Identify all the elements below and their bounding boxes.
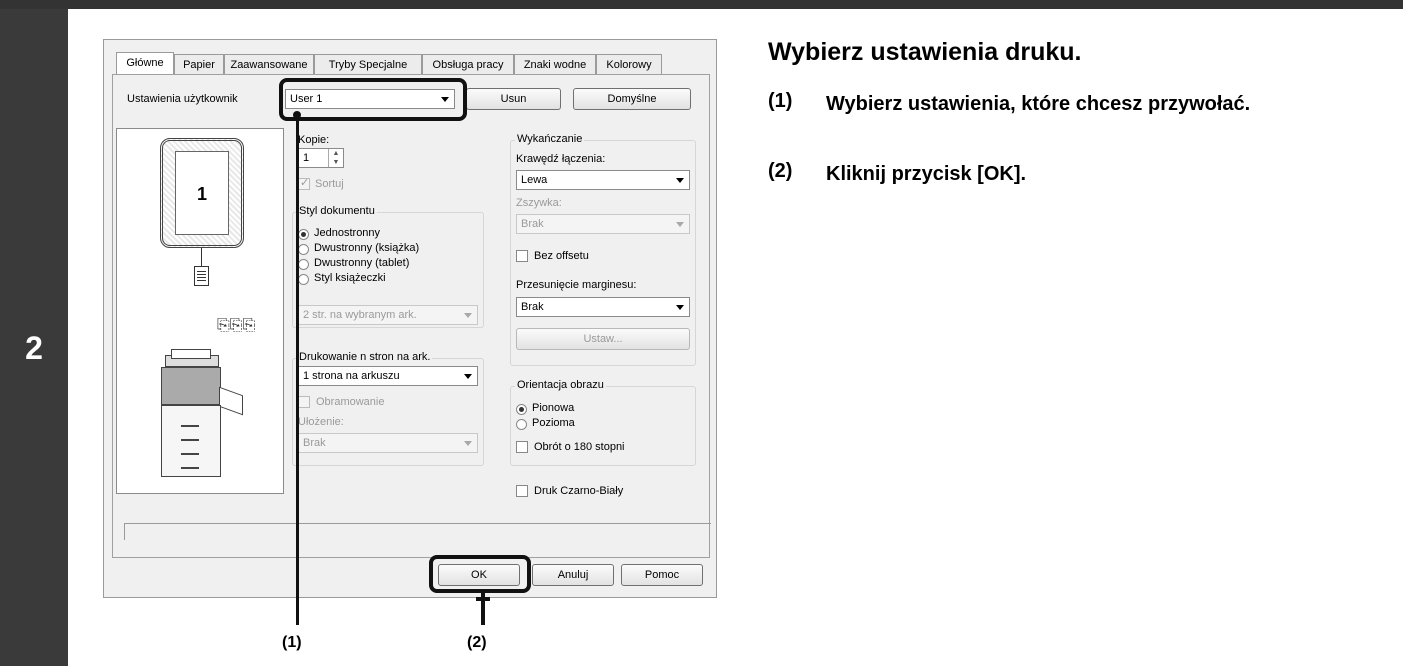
step-number: 2 [25,330,43,366]
radio-portrait[interactable] [516,404,527,415]
instruction-text: Kliknij przycisk [OK]. [826,163,1027,185]
landscape-label: Pozioma [532,417,575,429]
callout-2-highlight [429,555,531,593]
booklet-label: Styl książeczki [314,272,386,284]
connector-line [201,248,202,266]
duplex-tablet-label: Dwustronny (tablet) [314,257,410,269]
border-label: Obramowanie [316,396,385,408]
instruction-number: (2) [768,160,793,182]
finishing-legend: Wykańczanie [515,133,585,145]
radio-duplex-book[interactable] [298,244,309,255]
chevron-down-icon [464,313,472,318]
border-checkbox[interactable] [298,396,310,408]
bw-print-checkbox[interactable] [516,485,528,497]
instructions-heading: Wybierz ustawienia druku. [768,38,1082,66]
callout-1-highlight [279,78,467,121]
booklet-select-value: 2 str. na wybranym ark. [303,309,417,321]
binding-edge-value: Lewa [521,174,548,186]
user-settings-label: Ustawienia użytkownik [127,93,238,105]
collate-checkbox[interactable] [298,176,310,190]
cancel-button[interactable]: Anuluj [532,564,614,586]
no-offset-checkbox[interactable] [516,250,528,262]
defaults-button[interactable]: Domyślne [573,88,691,110]
binding-edge-label: Krawędź łączenia: [516,153,606,165]
radio-landscape[interactable] [516,419,527,430]
orientation-legend: Orientacja obrazu [515,379,606,391]
document-style-legend: Styl dokumentu [297,205,377,217]
staple-select[interactable]: Brak [516,214,690,234]
help-button[interactable]: Pomoc [621,564,703,586]
callout-2-cap [476,597,490,601]
binding-edge-select[interactable]: Lewa [516,170,690,190]
margin-shift-value: Brak [521,301,544,313]
booklet-select[interactable]: 2 str. na wybranym ark. [298,305,478,325]
order-select[interactable]: Brak [298,433,478,453]
order-label: Ułożenie: [298,416,344,428]
radio-simplex[interactable] [298,229,309,240]
rotate-180-label: Obrót o 180 stopni [534,441,625,453]
set-button[interactable]: Ustaw... [516,328,690,350]
print-preview: 1 ⎘⎘⎘ [116,128,284,494]
copies-input[interactable]: 1 ▲ ▼ [298,148,344,168]
instruction-number: (1) [768,90,793,112]
collate-label: Sortuj [315,178,344,190]
callout-1-label: (1) [282,634,302,651]
n-up-legend: Drukowanie n stron na ark. [297,351,433,363]
copies-value: 1 [303,152,310,164]
print-dialog: Główne Papier Zaawansowane Tryby Specjal… [103,39,717,598]
simplex-label: Jednostronny [314,227,381,239]
callout-1-line [296,115,299,625]
tab-job-handling[interactable]: Obsługa pracy [422,54,514,74]
duplex-book-label: Dwustronny (książka) [314,242,420,254]
delete-button[interactable]: Usun [466,88,561,110]
tab-main[interactable]: Główne [116,52,174,74]
document-icon [194,266,209,286]
printer-icon [161,349,243,485]
chevron-down-icon [464,374,472,379]
tab-advanced[interactable]: Zaawansowane [224,54,314,74]
bw-print-label: Druk Czarno-Biały [534,485,624,497]
n-up-value: 1 strona na arkuszu [303,370,400,382]
page-number: 1 [175,151,229,235]
chevron-down-icon [676,178,684,183]
copies-spinner-icon[interactable]: ▲ ▼ [328,149,343,167]
tab-special-modes[interactable]: Tryby Specjalne [314,54,422,74]
tab-paper[interactable]: Papier [174,54,224,74]
instruction-text: Wybierz ustawienia, które chcesz przywoł… [826,93,1251,115]
n-up-select[interactable]: 1 strona na arkuszu [298,366,478,386]
copies-label: Kopie: [298,134,330,146]
chevron-down-icon [464,441,472,446]
radio-booklet[interactable] [298,274,309,285]
chevron-down-icon [676,305,684,310]
no-offset-label: Bez offsetu [534,250,589,262]
collated-copies-icon: ⎘⎘⎘ [217,315,256,334]
tab-watermarks[interactable]: Znaki wodne [514,54,596,74]
rotate-180-checkbox[interactable] [516,441,528,453]
staple-value: Brak [521,218,544,230]
staple-label: Zszywka: [516,197,562,209]
callout-2-label: (2) [467,634,487,651]
page-preview: 1 [160,138,244,248]
margin-shift-select[interactable]: Brak [516,297,690,317]
top-bar [0,0,1403,9]
order-value: Brak [303,437,326,449]
tab-color[interactable]: Kolorowy [596,54,662,74]
portrait-label: Pionowa [532,402,575,414]
chevron-down-icon [676,222,684,227]
radio-duplex-tablet[interactable] [298,259,309,270]
margin-shift-label: Przesunięcie marginesu: [516,279,637,291]
status-bar [124,523,711,540]
